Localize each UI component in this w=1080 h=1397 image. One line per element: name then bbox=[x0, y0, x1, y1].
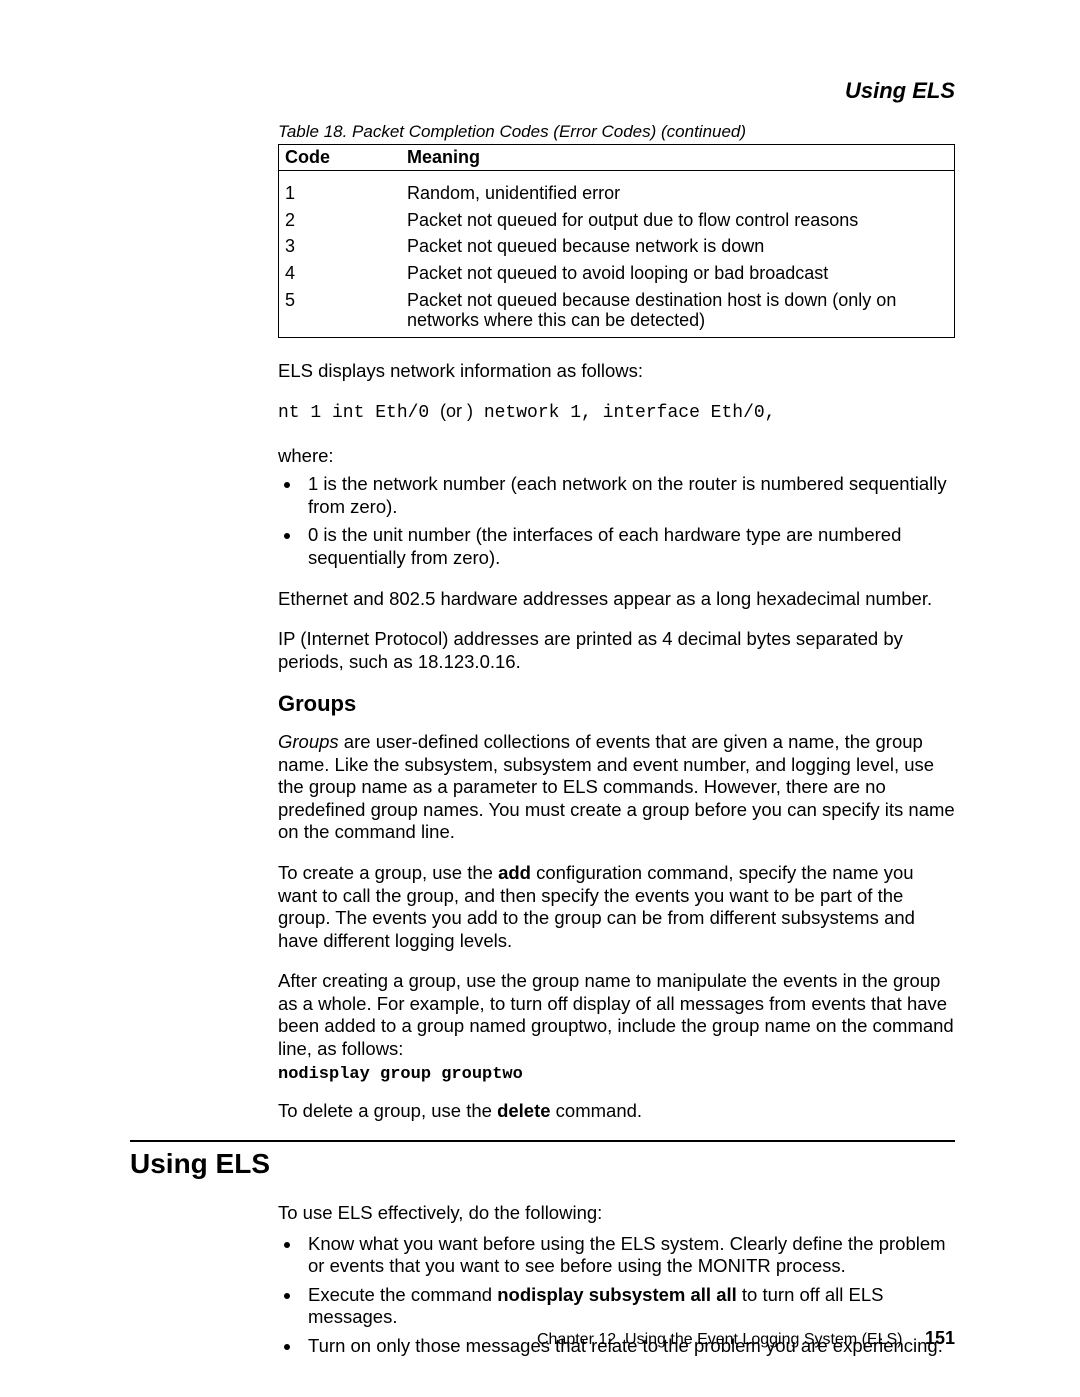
table-row: 1 Random, unidentified error bbox=[279, 171, 955, 204]
bold-nodisplay: nodisplay subsystem all all bbox=[497, 1284, 737, 1305]
page-number: 151 bbox=[925, 1328, 955, 1348]
main-column: Table 18. Packet Completion Codes (Error… bbox=[278, 122, 955, 1122]
paragraph: After creating a group, use the group na… bbox=[278, 970, 955, 1060]
table-header-row: Code Meaning bbox=[279, 145, 955, 171]
cell-code: 1 bbox=[279, 171, 402, 204]
list-item: 0 is the unit number (the interfaces of … bbox=[302, 524, 955, 569]
cell-meaning: Packet not queued to avoid looping or ba… bbox=[401, 257, 955, 284]
bold-delete: delete bbox=[497, 1100, 550, 1121]
subheading-groups: Groups bbox=[278, 691, 955, 717]
text: To create a group, use the bbox=[278, 862, 498, 883]
bold-add: add bbox=[498, 862, 531, 883]
table-row: 3 Packet not queued because network is d… bbox=[279, 230, 955, 257]
list-item: Execute the command nodisplay subsystem … bbox=[302, 1284, 955, 1329]
paragraph: Ethernet and 802.5 hardware addresses ap… bbox=[278, 588, 955, 611]
paragraph: ELS displays network information as foll… bbox=[278, 360, 955, 383]
code-text: nt 1 int Eth/0 bbox=[278, 403, 440, 423]
cell-code: 5 bbox=[279, 284, 402, 338]
where-list: 1 is the network number (each network on… bbox=[278, 473, 955, 569]
paragraph: IP (Internet Protocol) addresses are pri… bbox=[278, 628, 955, 673]
cell-meaning: Packet not queued for output due to flow… bbox=[401, 204, 955, 231]
paragraph: Groups are user-defined collections of e… bbox=[278, 731, 955, 844]
table-row: 5 Packet not queued because destination … bbox=[279, 284, 955, 338]
paragraph: To delete a group, use the delete comman… bbox=[278, 1100, 955, 1123]
text: are user-defined collections of events t… bbox=[278, 731, 955, 842]
table-caption: Table 18. Packet Completion Codes (Error… bbox=[278, 122, 955, 142]
cell-code: 4 bbox=[279, 257, 402, 284]
list-item: 1 is the network number (each network on… bbox=[302, 473, 955, 518]
text: command. bbox=[551, 1100, 643, 1121]
error-codes-table: Code Meaning 1 Random, unidentified erro… bbox=[278, 144, 955, 338]
cell-meaning: Packet not queued because network is dow… bbox=[401, 230, 955, 257]
table-row: 2 Packet not queued for output due to fl… bbox=[279, 204, 955, 231]
text: Execute the command bbox=[308, 1284, 497, 1305]
italic-lead: Groups bbox=[278, 731, 339, 752]
list-item: Know what you want before using the ELS … bbox=[302, 1233, 955, 1278]
where-label: where: bbox=[278, 445, 955, 468]
th-code: Code bbox=[279, 145, 402, 171]
th-meaning: Meaning bbox=[401, 145, 955, 171]
page-footer: Chapter 12. Using the Event Logging Syst… bbox=[130, 1328, 955, 1349]
cell-meaning: Random, unidentified error bbox=[401, 171, 955, 204]
code-or: (or ) bbox=[440, 401, 473, 421]
cell-meaning: Packet not queued because destination ho… bbox=[401, 284, 955, 338]
cell-code: 2 bbox=[279, 204, 402, 231]
text: To delete a group, use the bbox=[278, 1100, 497, 1121]
code-sample: nt 1 int Eth/0 (or ) network 1, interfac… bbox=[278, 401, 955, 423]
section-heading-using-els: Using ELS bbox=[130, 1148, 955, 1180]
section-rule bbox=[130, 1140, 955, 1142]
paragraph: To use ELS effectively, do the following… bbox=[278, 1202, 955, 1225]
table-row: 4 Packet not queued to avoid looping or … bbox=[279, 257, 955, 284]
page: Using ELS Table 18. Packet Completion Co… bbox=[0, 0, 1080, 1397]
paragraph: To create a group, use the add configura… bbox=[278, 862, 955, 952]
footer-chapter: Chapter 12. Using the Event Logging Syst… bbox=[537, 1331, 903, 1348]
cell-code: 3 bbox=[279, 230, 402, 257]
command-sample: nodisplay group grouptwo bbox=[278, 1065, 955, 1084]
running-header: Using ELS bbox=[130, 78, 955, 104]
code-text: network 1, interface Eth/0, bbox=[473, 403, 775, 423]
